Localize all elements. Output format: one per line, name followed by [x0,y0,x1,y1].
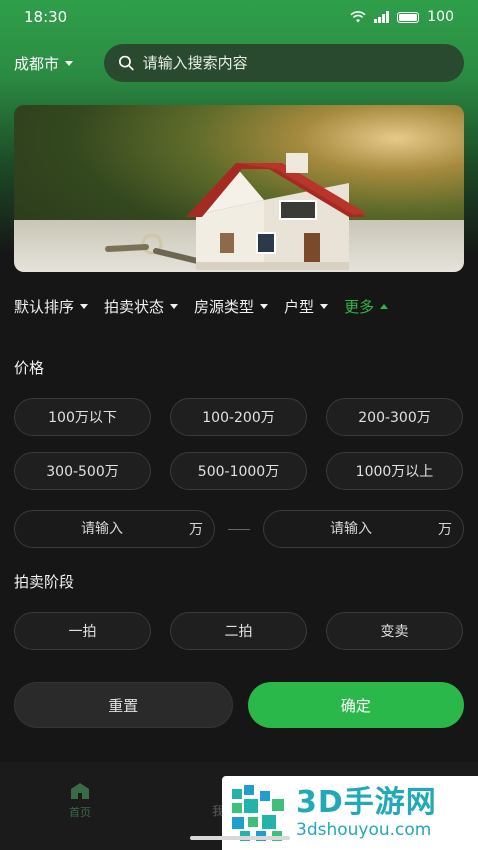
filter-tabs: 默认排序 拍卖状态 房源类型 户型 更多 [14,293,478,319]
stage-section-title: 拍卖阶段 [14,573,75,591]
price-min-input[interactable] [15,521,189,537]
nav-home-label: 首页 [69,806,91,819]
tab-more[interactable]: 更多 [344,296,389,317]
price-option[interactable]: 1000万以上 [326,452,463,490]
city-selector[interactable]: 成都市 [14,53,104,74]
status-bar: 18:30 100 [0,0,478,34]
price-option[interactable]: 100-200万 [170,398,307,436]
tab-auction-status[interactable]: 拍卖状态 [104,296,179,317]
home-icon [71,783,89,799]
price-option[interactable]: 100万以下 [14,398,151,436]
price-range: 万 万 [14,510,464,548]
tab-label: 更多 [344,297,375,316]
range-separator [215,528,263,530]
price-min-field[interactable]: 万 [14,510,215,548]
price-unit: 万 [189,522,203,538]
price-option[interactable]: 300-500万 [14,452,151,490]
status-time: 18:30 [24,8,68,26]
tab-property-type[interactable]: 房源类型 [194,296,269,317]
stage-option[interactable]: 变卖 [326,612,463,650]
chevron-down-icon [170,303,179,309]
confirm-button[interactable]: 确定 [247,682,464,728]
tab-label: 默认排序 [14,297,75,316]
reset-button[interactable]: 重置 [14,682,233,728]
city-label: 成都市 [14,54,60,73]
battery-icon [397,11,420,23]
action-buttons: 重置 确定 [14,682,464,728]
banner-image[interactable] [14,105,464,272]
price-option[interactable]: 200-300万 [326,398,463,436]
tab-label: 房源类型 [194,297,255,316]
search-input[interactable] [142,54,450,72]
chevron-down-icon [260,303,269,309]
price-options: 100万以下 100-200万 200-300万 300-500万 500-10… [14,398,464,490]
watermark-text: 3D手游网 3dshouyou.com [296,785,437,841]
search-icon [119,55,134,71]
watermark-brand: 3D手游网 [296,785,437,820]
stage-option[interactable]: 一拍 [14,612,151,650]
tab-label: 户型 [284,297,315,316]
house-illustration [105,153,366,270]
stage-options: 一拍 二拍 变卖 [14,612,464,650]
status-icons: 100 [350,9,454,25]
chevron-up-icon [380,303,389,309]
chevron-down-icon [320,303,329,309]
signal-icon [374,11,390,23]
price-option[interactable]: 500-1000万 [170,452,307,490]
watermark-domain: 3dshouyou.com [296,820,432,840]
nav-home[interactable]: 首页 [50,782,110,820]
chevron-down-icon [80,303,89,309]
tab-layout[interactable]: 户型 [284,296,329,317]
battery-level: 100 [427,9,454,25]
price-max-input[interactable] [264,521,438,537]
price-unit: 万 [438,522,452,538]
price-max-field[interactable]: 万 [263,510,464,548]
price-section-title: 价格 [14,359,45,377]
home-indicator [190,836,290,840]
tab-label: 拍卖状态 [104,297,165,316]
search-bar[interactable] [104,44,464,82]
chevron-down-icon [65,60,74,66]
search-row: 成都市 [14,44,464,82]
tab-default-sort[interactable]: 默认排序 [14,296,89,317]
wifi-icon [350,11,366,23]
stage-option[interactable]: 二拍 [170,612,307,650]
